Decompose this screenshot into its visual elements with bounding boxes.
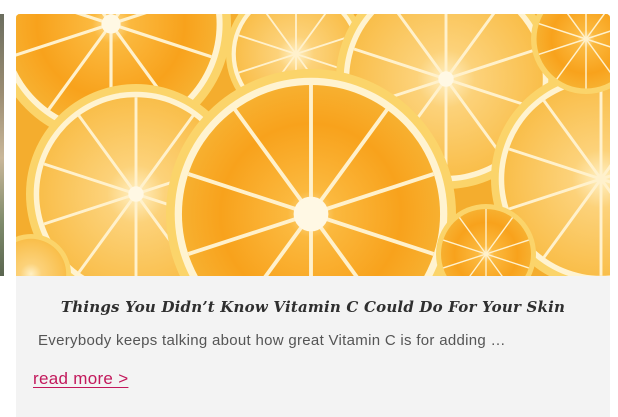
orange-slices-image (16, 14, 610, 276)
read-more-link[interactable]: read more > (33, 369, 128, 389)
article-card-body: Things You Didn’t Know Vitamin C Could D… (16, 276, 610, 417)
article-image[interactable] (16, 14, 610, 276)
article-excerpt: Everybody keeps talking about how great … (38, 332, 506, 349)
article-title[interactable]: Things You Didn’t Know Vitamin C Could D… (16, 298, 610, 316)
adjacent-card-edge (0, 14, 4, 276)
article-card[interactable]: Things You Didn’t Know Vitamin C Could D… (16, 14, 610, 417)
